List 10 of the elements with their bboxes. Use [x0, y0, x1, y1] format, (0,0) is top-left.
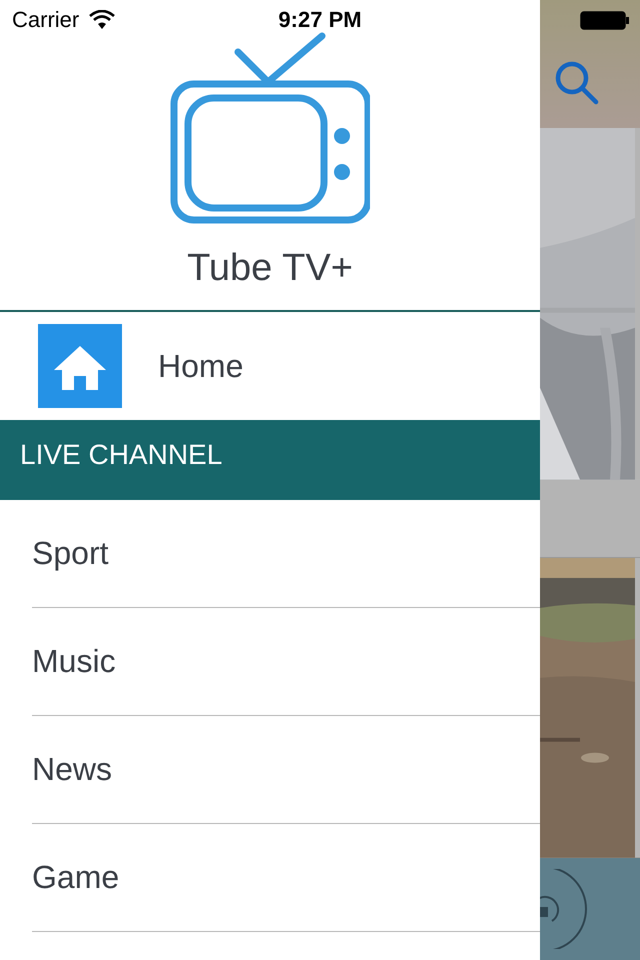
section-header: LIVE CHANNEL [0, 420, 540, 500]
clock-time: 9:27 PM [278, 7, 362, 33]
app-title: Tube TV+ [187, 246, 353, 290]
tv-logo-icon [170, 32, 370, 224]
carrier-name: Carrier [12, 7, 80, 33]
search-icon[interactable] [554, 60, 600, 106]
home-menu-item[interactable]: Home [0, 312, 540, 420]
battery-icon [580, 11, 630, 30]
wifi-icon [89, 10, 116, 30]
house-icon [38, 324, 122, 408]
